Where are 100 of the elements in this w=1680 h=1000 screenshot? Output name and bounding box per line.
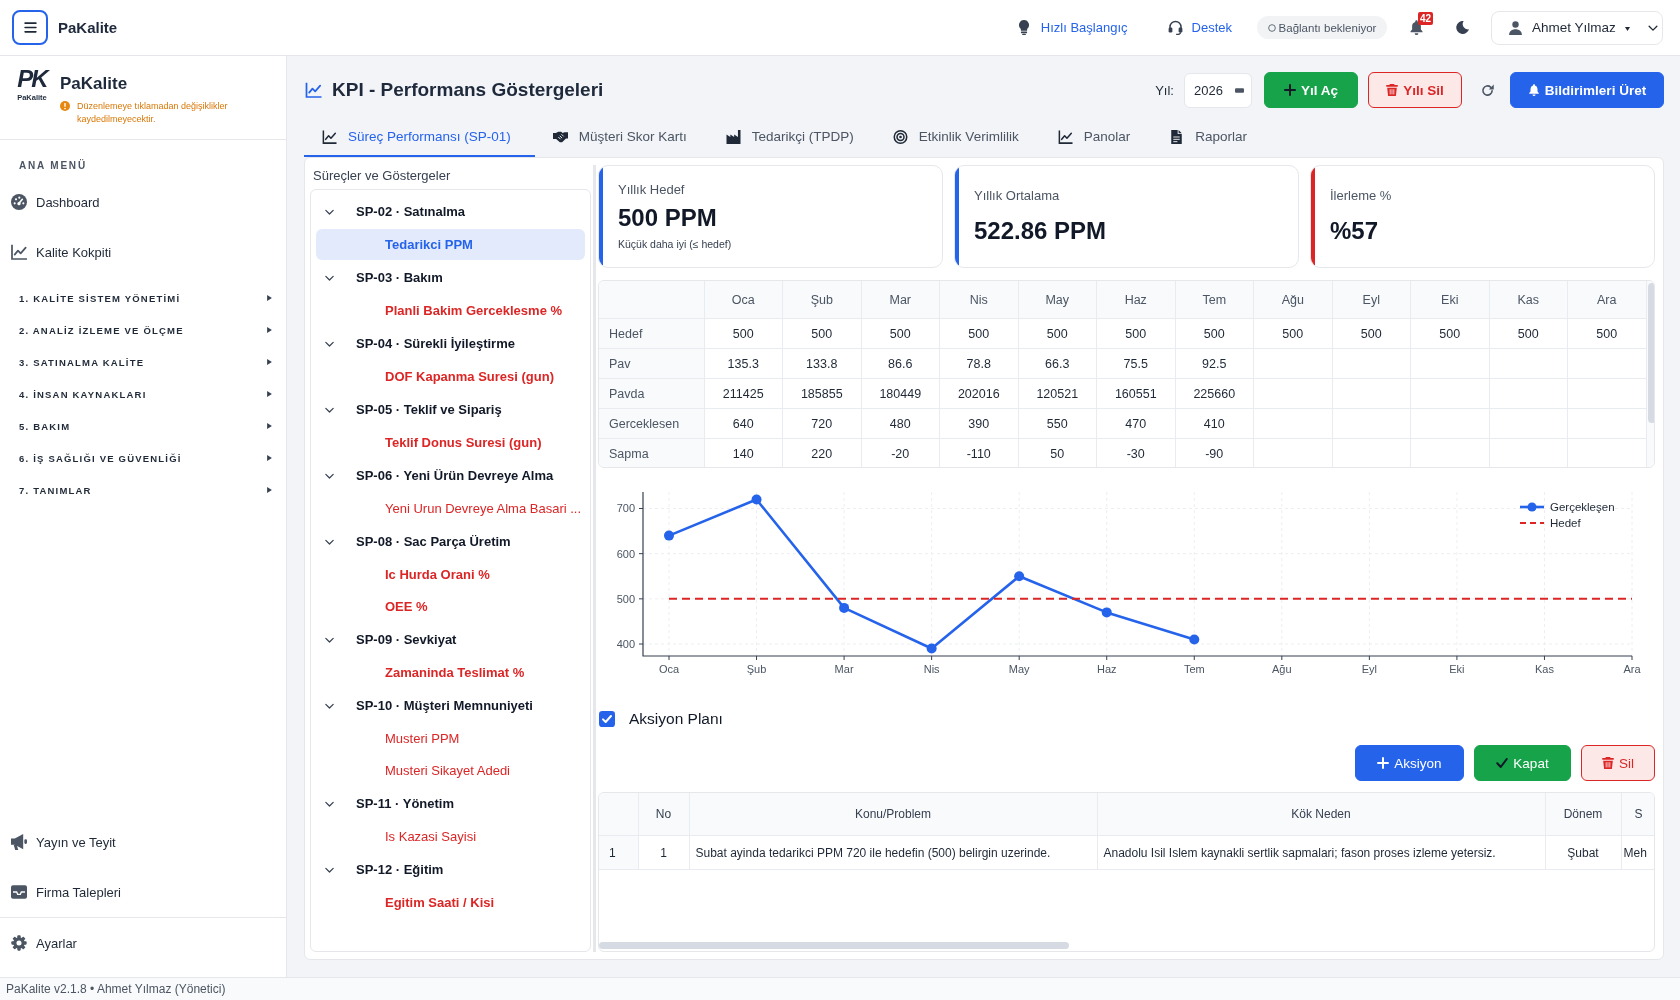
column-header: Konu/Problem [689, 793, 1097, 836]
scrollbar-thumb[interactable] [1647, 283, 1654, 423]
table-cell: 500 [1253, 318, 1332, 349]
bell-icon [1527, 84, 1540, 96]
tree-item[interactable]: Musteri PPM [316, 723, 585, 754]
factory-icon [725, 129, 741, 144]
tree-item[interactable]: Planli Bakim Gerceklesme % [316, 295, 585, 326]
menu-heading: ANA MENÜ [19, 160, 88, 172]
tree-group[interactable]: SP-09 · Sevkiyat [311, 623, 590, 656]
table-cell: 480 [861, 408, 940, 439]
headset-icon [1167, 20, 1183, 35]
brand-name: PaKalite [60, 73, 129, 95]
menu-section[interactable]: 3. SATINALMA KALİTE [0, 346, 286, 378]
y-axis-label: 700 [616, 502, 635, 515]
x-axis-label: Haz [1096, 663, 1117, 675]
tab[interactable]: Tedarikçi (TPDP) [707, 118, 875, 157]
column-header: Oca [704, 281, 783, 319]
generate-notifications-button[interactable]: Bildirimleri Üret [1510, 72, 1664, 108]
tree-item[interactable]: Ic Hurda Orani % [316, 559, 585, 590]
refresh-icon[interactable] [1481, 83, 1494, 97]
page-title: KPI - Performans Göstergeleri [332, 79, 604, 101]
delete-action-button[interactable]: Sil [1581, 745, 1655, 781]
table-cell: 86.6 [861, 348, 940, 379]
table-cell: 500 [861, 318, 940, 349]
menu-section[interactable]: 2. ANALİZ İZLEME VE ÖLÇME [0, 314, 286, 346]
kpi-value: 500 PPM [618, 203, 718, 233]
kpi-label: Yıllık Hedef [618, 182, 686, 198]
sidebar-item[interactable]: Firma Talepleri [0, 872, 286, 912]
row-header: Pav [599, 348, 704, 379]
sidebar-item[interactable]: Kalite Kokpiti [0, 232, 286, 272]
menu-section[interactable]: 7. TANIMLAR [0, 474, 286, 506]
column-header: No [638, 793, 689, 836]
delete-year-button[interactable]: Yılı Sil [1368, 72, 1462, 108]
tree-group[interactable]: SP-04 · Sürekli İyileştirme [311, 327, 590, 360]
person-icon [1509, 20, 1522, 35]
tree-group[interactable]: SP-02 · Satınalma [311, 195, 590, 228]
tree-item[interactable]: Teklif Donus Suresi (gun) [316, 427, 585, 458]
table-cell: Şubat [1545, 835, 1621, 870]
table-cell: 133.8 [782, 348, 861, 379]
menu-button[interactable] [12, 10, 48, 45]
add-action-button[interactable]: Aksiyon [1355, 745, 1464, 781]
tree-group[interactable]: SP-12 · Eğitim [311, 853, 590, 886]
tree-item[interactable]: DOF Kapanma Suresi (gun) [316, 361, 585, 392]
tab[interactable]: Panolar [1039, 118, 1152, 157]
tree-group[interactable]: SP-06 · Yeni Ürün Devreye Alma [311, 459, 590, 492]
table-cell: 410 [1175, 408, 1254, 439]
sidebar-item[interactable]: Dashboard [0, 182, 286, 222]
table-cell: 180449 [861, 378, 940, 409]
nav-link[interactable]: Hızlı Başlangıç [1018, 20, 1128, 35]
table-cell: 720 [782, 408, 861, 439]
row-header: Pavda [599, 378, 704, 409]
connection-status: Bağlantı bekleniyor [1278, 21, 1377, 34]
sidebar-item[interactable]: Ayarlar [0, 923, 286, 963]
tree-title: Süreçler ve Göstergeler [312, 167, 452, 185]
year-field[interactable]: 2026 [1184, 72, 1252, 108]
document-icon [1169, 129, 1185, 144]
chevron-down-icon [1647, 24, 1658, 31]
menu-section[interactable]: 1. KALİTE SİSTEM YÖNETİMİ [0, 282, 286, 314]
tree-group[interactable]: SP-05 · Teklif ve Sipariş [311, 393, 590, 426]
tree-group[interactable]: SP-10 · Müşteri Memnuniyeti [311, 689, 590, 722]
bell-icon[interactable] [1410, 20, 1423, 35]
table-cell: 185855 [782, 378, 861, 409]
column-header: Nis [939, 281, 1018, 319]
table-cell: 500 [704, 318, 783, 349]
tab[interactable]: Etkinlik Verimlilik [874, 118, 1040, 157]
tree-item[interactable]: Zamaninda Teslimat % [316, 657, 585, 688]
settings-icon [11, 935, 27, 951]
menu-section[interactable]: 6. İŞ SAĞLIĞI VE GÜVENLİĞİ [0, 442, 286, 474]
handshake-icon [552, 129, 568, 144]
tree-group[interactable]: SP-03 · Bakım [311, 261, 590, 294]
table-cell: 500 [939, 318, 1018, 349]
table-cell: 92.5 [1175, 348, 1254, 379]
tree-item[interactable]: Musteri Sikayet Adedi [316, 755, 585, 786]
moon-icon[interactable] [1456, 21, 1469, 34]
tree-item[interactable]: OEE % [316, 591, 585, 622]
menu-section[interactable]: 4. İNSAN KAYNAKLARI [0, 378, 286, 410]
scrollbar-thumb[interactable] [599, 942, 1069, 949]
tab[interactable]: Müşteri Skor Kartı [534, 118, 708, 157]
tree-item[interactable]: Egitim Saati / Kisi [316, 887, 585, 918]
line-chart-icon [305, 82, 322, 98]
x-axis-label: Oca [658, 663, 680, 675]
tree-group[interactable]: SP-11 · Yönetim [311, 787, 590, 820]
legend-label: Hedef [1550, 517, 1581, 529]
nav-link[interactable]: Destek [1167, 20, 1232, 35]
tree-item[interactable]: Yeni Urun Devreye Alma Basari ... [316, 493, 585, 524]
table-cell: 120521 [1018, 378, 1097, 409]
column-header: Eki [1410, 281, 1489, 319]
user-menu-button[interactable]: Ahmet Yılmaz [1491, 10, 1663, 45]
table-cell: 66.3 [1018, 348, 1097, 379]
x-axis-label: Eki [1449, 663, 1465, 675]
table-cell: 1 [638, 835, 689, 870]
tree-group[interactable]: SP-08 · Sac Parça Üretim [311, 525, 590, 558]
line-chart-icon [11, 244, 27, 260]
menu-section[interactable]: 5. BAKIM [0, 410, 286, 442]
tab[interactable]: Raporlar [1151, 118, 1268, 157]
checkbox[interactable] [599, 711, 615, 727]
tree-item[interactable]: Is Kazasi Sayisi [316, 821, 585, 852]
tree-item[interactable]: Tedarikci PPM [316, 229, 585, 260]
kpi-note: Küçük daha iyi (≤ hedef) [618, 237, 732, 251]
sidebar-item[interactable]: Yayın ve Teyit [0, 822, 286, 862]
